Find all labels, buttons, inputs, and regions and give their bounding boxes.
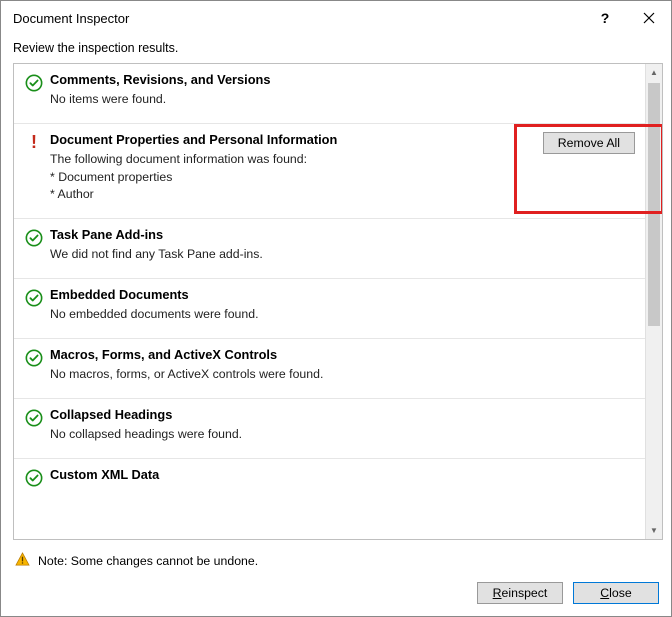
result-item: Macros, Forms, and ActiveX Controls No ma…	[14, 339, 645, 399]
result-detail: The following document information was f…	[50, 151, 515, 204]
result-detail: No macros, forms, or ActiveX controls we…	[50, 366, 515, 384]
warning-icon	[15, 552, 30, 570]
close-button[interactable]: Close	[573, 582, 659, 604]
result-item: ! Document Properties and Personal Inform…	[14, 124, 645, 219]
check-icon	[25, 229, 43, 250]
scrollbar[interactable]: ▲ ▼	[645, 64, 662, 539]
check-icon	[25, 349, 43, 370]
scroll-up-icon[interactable]: ▲	[646, 64, 662, 81]
check-icon	[25, 74, 43, 95]
footer-note-text: Note: Some changes cannot be undone.	[38, 554, 258, 568]
scroll-down-icon[interactable]: ▼	[646, 522, 662, 539]
result-detail: No embedded documents were found.	[50, 306, 515, 324]
result-detail: No collapsed headings were found.	[50, 426, 515, 444]
document-inspector-dialog: Document Inspector ? Review the inspecti…	[0, 0, 672, 617]
results-pane: Comments, Revisions, and Versions No item…	[13, 63, 663, 540]
result-item: Task Pane Add-ins We did not find any Tas…	[14, 219, 645, 279]
result-heading: Task Pane Add-ins	[50, 227, 515, 242]
result-item: Custom XML Data	[14, 459, 645, 504]
result-detail: No items were found.	[50, 91, 515, 109]
results-list: Comments, Revisions, and Versions No item…	[14, 64, 645, 539]
result-heading: Macros, Forms, and ActiveX Controls	[50, 347, 515, 362]
check-icon	[25, 469, 43, 490]
scroll-track[interactable]	[646, 81, 662, 522]
scroll-thumb[interactable]	[648, 83, 660, 326]
close-icon[interactable]	[627, 1, 671, 35]
alert-icon: !	[31, 134, 37, 150]
dialog-title: Document Inspector	[13, 11, 583, 26]
help-button[interactable]: ?	[583, 1, 627, 35]
reinspect-button[interactable]: Reinspect	[477, 582, 563, 604]
titlebar: Document Inspector ?	[1, 1, 671, 35]
result-heading: Collapsed Headings	[50, 407, 515, 422]
result-item: Comments, Revisions, and Versions No item…	[14, 64, 645, 124]
result-item: Collapsed Headings No collapsed headings …	[14, 399, 645, 459]
result-heading: Document Properties and Personal Informa…	[50, 132, 515, 147]
result-heading: Embedded Documents	[50, 287, 515, 302]
footer-buttons: Reinspect Close	[1, 574, 671, 616]
result-item: Embedded Documents No embedded documents …	[14, 279, 645, 339]
result-detail: We did not find any Task Pane add-ins.	[50, 246, 515, 264]
footer-note: Note: Some changes cannot be undone.	[1, 540, 671, 574]
result-heading: Comments, Revisions, and Versions	[50, 72, 515, 87]
subtitle: Review the inspection results.	[1, 35, 671, 63]
check-icon	[25, 289, 43, 310]
remove-all-button[interactable]: Remove All	[543, 132, 635, 154]
result-heading: Custom XML Data	[50, 467, 515, 482]
check-icon	[25, 409, 43, 430]
